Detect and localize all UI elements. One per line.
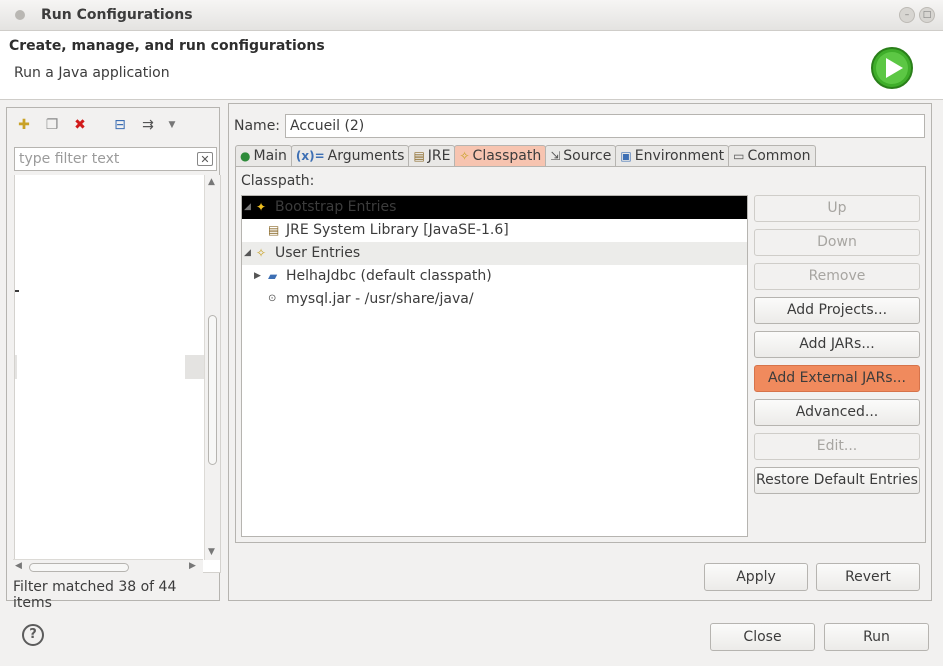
scroll-down-icon[interactable]: ▼ <box>208 547 215 557</box>
tab-label: JRE <box>427 148 451 164</box>
expanded-arrow-icon[interactable]: ◢ <box>244 242 251 264</box>
tab-main[interactable]: ● Main <box>235 145 292 166</box>
scroll-left-icon[interactable]: ◀ <box>15 561 22 571</box>
window-menu-icon[interactable] <box>15 10 25 20</box>
minimize-icon[interactable]: – <box>899 7 915 23</box>
tree-fragment <box>15 355 17 379</box>
name-field[interactable] <box>285 114 925 138</box>
environment-icon: ▣ <box>620 149 632 163</box>
tree-fragment <box>15 290 19 292</box>
tree-horizontal-scrollbar[interactable]: ◀ ▶ <box>13 559 203 575</box>
clear-filter-icon[interactable]: ✕ <box>197 152 213 166</box>
tree-vertical-scrollbar[interactable]: ▲ ▼ <box>204 175 220 560</box>
user-entries-icon: ✧ <box>256 246 267 260</box>
banner-title: Create, manage, and run configurations <box>9 38 325 54</box>
filter-status: Filter matched 38 of 44 items <box>13 579 177 611</box>
jar-icon: ⊙ <box>268 293 277 304</box>
tab-jre[interactable]: ▤ JRE <box>408 145 456 166</box>
tab-label: Classpath <box>472 148 542 164</box>
tree-row-project[interactable]: ▶ ▰ HelhaJdbc (default classpath) <box>242 265 747 288</box>
tree-row-jre-library[interactable]: ▤ JRE System Library [JavaSE-1.6] <box>242 219 747 242</box>
run-icon <box>871 47 913 89</box>
tab-common[interactable]: ▭ Common <box>728 145 816 166</box>
config-editor-panel: Name: ● Main (x)= Arguments ▤ JRE ✧ Clas… <box>228 103 932 601</box>
bootstrap-entries-icon: ✦ <box>256 200 267 214</box>
add-external-jars-button[interactable]: Add External JARs... <box>754 365 920 392</box>
add-projects-button[interactable]: Add Projects... <box>754 297 920 324</box>
config-list-panel: ✚ ❐ ✖ ⊟ ⇉ ▼ ✕ ▲ ▼ ◀ ▶ Filter matched 38 … <box>6 107 221 611</box>
dropdown-arrow-icon[interactable]: ▼ <box>163 116 181 134</box>
config-tabs: ● Main (x)= Arguments ▤ JRE ✧ Classpath … <box>235 145 816 167</box>
project-folder-icon: ▰ <box>268 269 278 283</box>
library-icon: ▤ <box>268 223 280 237</box>
add-jars-button[interactable]: Add JARs... <box>754 331 920 358</box>
advanced-button[interactable]: Advanced... <box>754 399 920 426</box>
banner-subtitle: Run a Java application <box>14 65 170 81</box>
classpath-label: Classpath: <box>241 173 315 189</box>
jre-icon: ▤ <box>413 149 425 163</box>
apply-button[interactable]: Apply <box>704 563 808 591</box>
tab-classpath[interactable]: ✧ Classpath <box>454 145 547 166</box>
edit-button[interactable]: Edit... <box>754 433 920 460</box>
new-config-icon[interactable]: ✚ <box>15 116 33 134</box>
duplicate-icon[interactable]: ❐ <box>43 116 61 134</box>
window-title: Run Configurations <box>41 7 193 23</box>
tree-row-jar[interactable]: ⊙ mysql.jar - /usr/share/java/ <box>242 288 747 311</box>
tab-source[interactable]: ⇲ Source <box>545 145 617 166</box>
collapse-all-icon[interactable]: ⊟ <box>111 116 129 134</box>
arguments-icon: (x)= <box>295 149 325 163</box>
up-button[interactable]: Up <box>754 195 920 222</box>
config-tree[interactable] <box>14 175 221 573</box>
remove-button[interactable]: Remove <box>754 263 920 290</box>
window-titlebar: Run Configurations – □ <box>0 0 943 31</box>
tab-label: Main <box>253 148 287 164</box>
scroll-up-icon[interactable]: ▲ <box>208 177 215 187</box>
filter-input[interactable] <box>14 147 217 171</box>
tab-label: Source <box>563 148 612 164</box>
tree-row-bootstrap-entries[interactable]: ◢ ✦ Bootstrap Entries <box>242 196 747 219</box>
main-icon: ● <box>240 149 251 163</box>
expanded-arrow-icon[interactable]: ◢ <box>244 196 251 218</box>
scrollbar-thumb[interactable] <box>29 563 129 572</box>
tree-row-label: mysql.jar - /usr/share/java/ <box>286 291 474 307</box>
classpath-tree[interactable]: ◢ ✦ Bootstrap Entries ▤ JRE System Libra… <box>241 195 748 537</box>
tab-label: Common <box>747 148 811 164</box>
scroll-right-icon[interactable]: ▶ <box>189 561 196 571</box>
source-icon: ⇲ <box>550 149 561 163</box>
restore-default-entries-button[interactable]: Restore Default Entries <box>754 467 920 494</box>
tree-row-user-entries[interactable]: ◢ ✧ User Entries <box>242 242 747 265</box>
tab-environment[interactable]: ▣ Environment <box>615 145 730 166</box>
dialog-banner: Create, manage, and run configurations R… <box>0 31 943 100</box>
filter-icon[interactable]: ⇉ <box>139 116 157 134</box>
revert-button[interactable]: Revert <box>816 563 920 591</box>
tree-row-label: User Entries <box>275 245 361 261</box>
close-button[interactable]: Close <box>710 623 815 651</box>
classpath-icon: ✧ <box>459 149 470 163</box>
tree-row-label: Bootstrap Entries <box>275 199 397 215</box>
down-button[interactable]: Down <box>754 229 920 256</box>
tree-row-label: JRE System Library [JavaSE-1.6] <box>286 222 509 238</box>
help-icon[interactable]: ? <box>22 624 44 646</box>
tree-fragment <box>185 355 205 379</box>
name-label: Name: <box>234 118 281 134</box>
tab-label: Arguments <box>327 148 405 164</box>
scrollbar-thumb[interactable] <box>208 315 217 465</box>
maximize-icon[interactable]: □ <box>919 7 935 23</box>
delete-icon[interactable]: ✖ <box>71 116 89 134</box>
tab-label: Environment <box>634 148 725 164</box>
classpath-tab-content: Classpath: ◢ ✦ Bootstrap Entries ▤ JRE S… <box>235 166 926 543</box>
tree-row-label: HelhaJdbc (default classpath) <box>286 268 492 284</box>
run-button[interactable]: Run <box>824 623 929 651</box>
collapsed-arrow-icon[interactable]: ▶ <box>254 265 261 287</box>
tab-arguments[interactable]: (x)= Arguments <box>290 145 410 166</box>
common-icon: ▭ <box>733 149 745 163</box>
